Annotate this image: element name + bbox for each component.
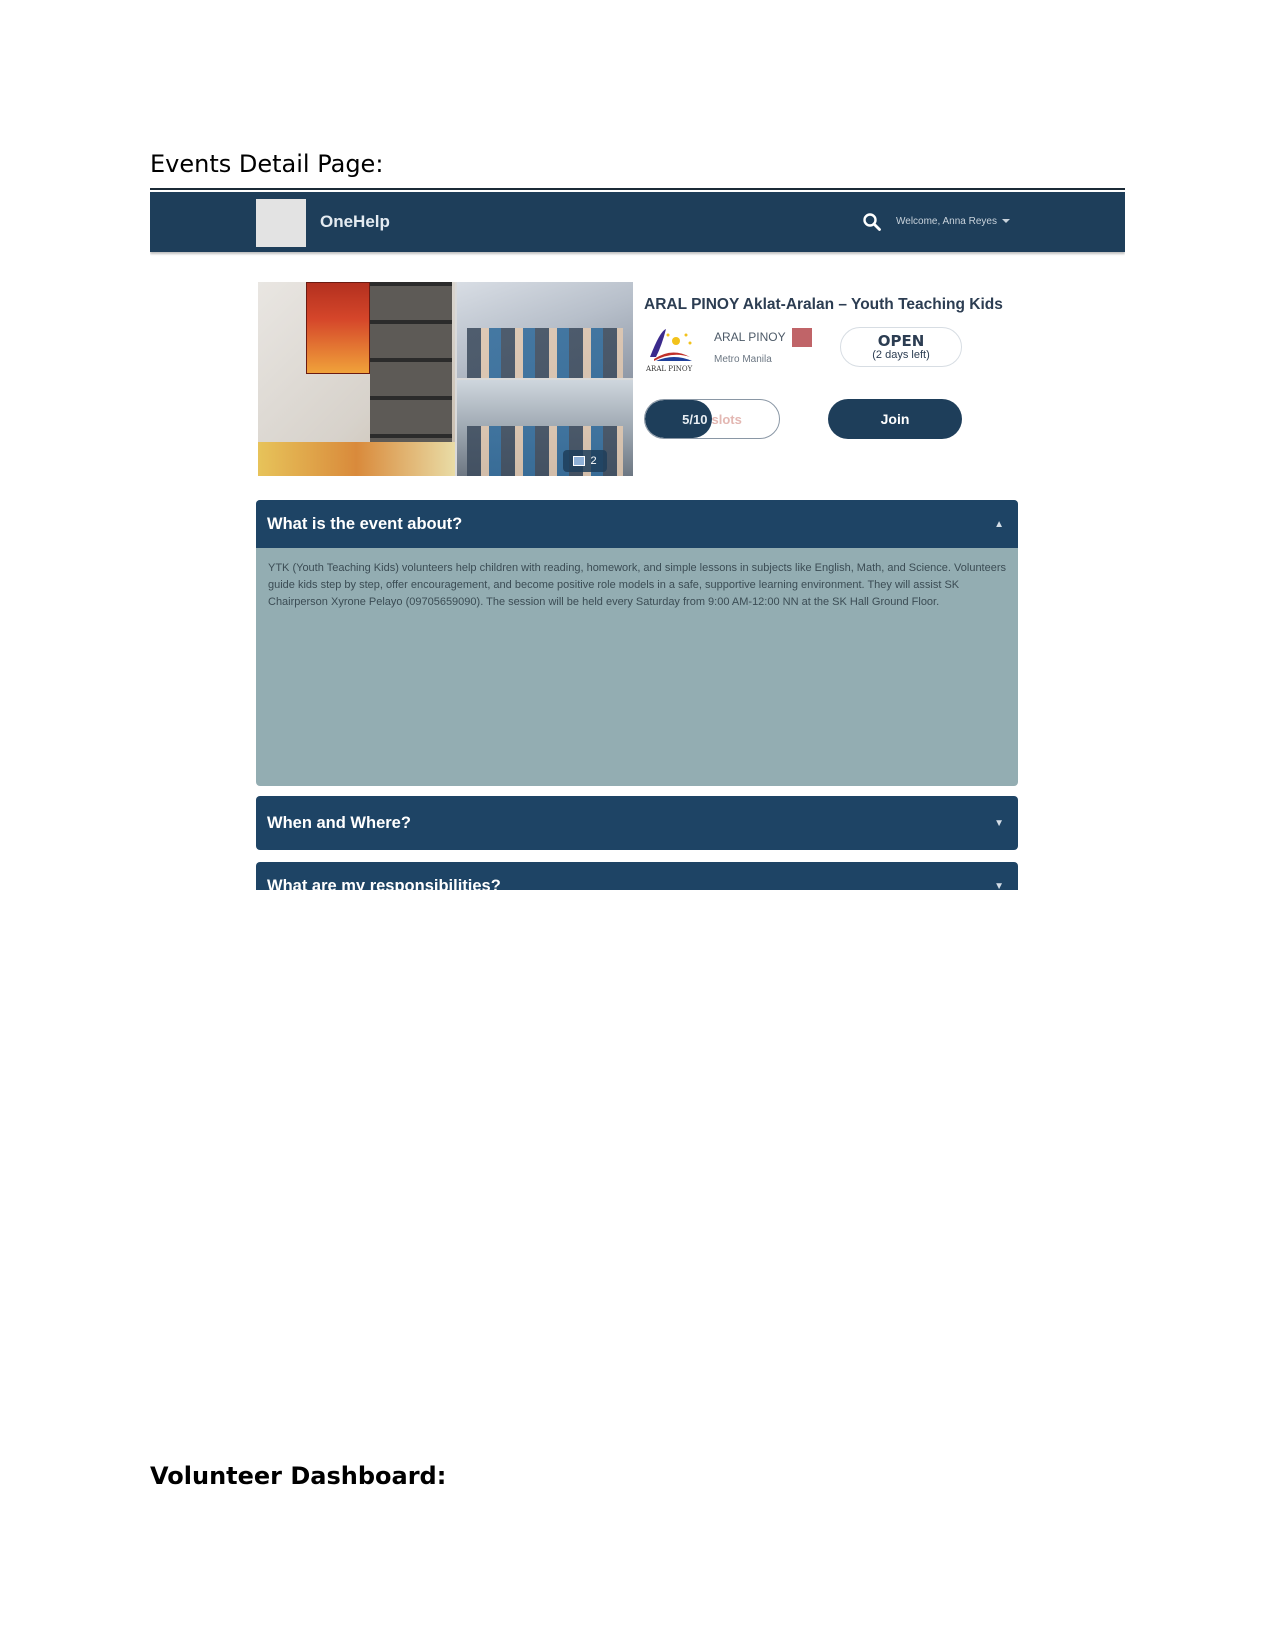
status-detail: (2 days left) [872,349,930,361]
organization-logo-text: ARAL PINOY [646,365,693,373]
status-label: OPEN [877,332,925,350]
slots-count: 5/10 [682,411,708,427]
accordion-when-where: When and Where? ▼ [256,796,1018,850]
navbar: OneHelp Welcome, Anna Reyes [150,192,1125,252]
organization-name[interactable]: ARAL PINOY [714,330,786,344]
status-badge: OPEN (2 days left) [840,327,962,367]
document-heading-events: Events Detail Page: [150,150,384,178]
photo-count-value: 2 [590,455,597,467]
chevron-down-icon [1001,219,1010,224]
bookshelf-image [370,282,452,442]
screenshot-frame: OneHelp Welcome, Anna Reyes 2 ARAL PINOY… [150,188,1125,890]
organization-location: Metro Manila [714,354,772,365]
children-image [467,328,623,378]
chevron-down-icon[interactable]: ▼ [994,818,1004,829]
accordion-header-when-where[interactable]: When and Where? ▼ [256,796,1018,850]
accordion-responsibilities: What are my responsibilities? ▼ [256,862,1018,890]
accordion-title-about: What is the event about? [267,514,463,533]
event-photo-gallery[interactable]: 2 [258,282,633,476]
chevron-down-icon[interactable]: ▼ [994,881,1004,891]
join-button[interactable]: Join [828,399,962,439]
flag-sun-logo-icon [650,329,692,361]
slots-progress: 5/10 slots [644,399,780,439]
event-photo-main[interactable] [258,282,455,476]
accordion-header-about[interactable]: What is the event about? ▲ [256,500,1018,548]
report-flag-icon[interactable] [792,328,812,347]
accordion-event-about: What is the event about? ▲ YTK (Youth Te… [256,500,1018,786]
image-icon [573,456,586,466]
accordion-title-responsibilities: What are my responsibilities? [267,876,501,891]
accordion-title-when-where: When and Where? [267,813,411,832]
slots-label: slots [711,411,742,427]
accordion-header-responsibilities[interactable]: What are my responsibilities? ▼ [256,862,1018,890]
accordion-body-about: YTK (Youth Teaching Kids) volunteers hel… [268,562,1007,608]
chevron-up-icon[interactable]: ▲ [994,519,1004,530]
organization-logo[interactable]: ARAL PINOY [646,327,706,373]
search-icon[interactable] [862,212,882,232]
user-menu[interactable]: Welcome, Anna Reyes [896,216,1010,227]
event-title: ARAL PINOY Aklat-Aralan – Youth Teaching… [644,296,1003,313]
event-photo-classroom[interactable] [457,282,633,378]
table-image [258,442,455,476]
photo-count-badge[interactable]: 2 [563,450,607,472]
poster-image [306,282,370,374]
logo-placeholder[interactable] [256,199,306,247]
brand-name[interactable]: OneHelp [320,212,390,232]
document-heading-dashboard: Volunteer Dashboard: [150,1462,447,1490]
user-welcome-text: Welcome, Anna Reyes [896,216,997,227]
